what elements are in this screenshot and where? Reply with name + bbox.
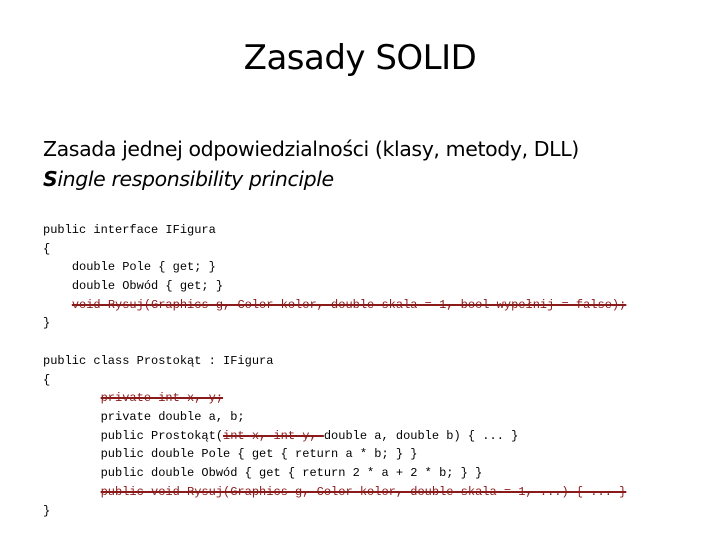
code-line: double Obwód { get; } — [43, 277, 626, 296]
code-block-class: public class Prostokąt : IFigura { privat… — [43, 352, 626, 520]
code-text: double Obwód { get; } — [71, 279, 224, 294]
code-line: { — [43, 371, 626, 390]
slide-subtitle: Zasada jednej odpowiedzialności (klasy, … — [43, 134, 579, 194]
code-block-interface: public interface IFigura { double Pole { … — [43, 221, 626, 333]
subtitle-english-rest: ingle responsibility principle — [57, 167, 334, 191]
code-line: private int x, y; — [43, 389, 626, 408]
code-line: public double Pole { get { return a * b;… — [43, 445, 626, 464]
code-text: private double a, b; — [100, 410, 245, 425]
code-text: double a, double b) { ... } — [323, 428, 519, 443]
code-text: double Pole { get; } — [71, 260, 216, 275]
code-text: public interface IFigura — [43, 223, 216, 237]
struck-code: void Rysuj(Graphics g, Color kolor, doub… — [71, 297, 627, 312]
struck-code: public void Rysuj(Graphics g, Color kolo… — [100, 484, 627, 499]
subtitle-english: Single responsibility principle — [43, 164, 579, 194]
code-text: } — [43, 316, 51, 331]
code-line: void Rysuj(Graphics g, Color kolor, doub… — [43, 296, 627, 315]
code-line: public class Prostokąt : IFigura — [43, 352, 626, 371]
code-line: { — [43, 240, 626, 259]
slide-title: Zasady SOLID — [243, 38, 477, 78]
struck-code: private int x, y; — [100, 391, 224, 406]
code-text: { — [43, 241, 51, 256]
code-text: public Prostokąt( — [100, 428, 224, 443]
subtitle-polish: Zasada jednej odpowiedzialności (klasy, … — [43, 137, 579, 161]
code-line: public Prostokąt(int x, int y, double a,… — [43, 427, 626, 446]
code-text: public class Prostokąt : IFigura — [43, 354, 274, 368]
code-text: { — [43, 372, 51, 387]
subtitle-english-initial: S — [43, 167, 58, 191]
struck-code: int x, int y, — [223, 428, 324, 443]
code-line: } — [43, 314, 626, 333]
code-text: public double Pole { get { return a * b;… — [100, 447, 418, 462]
code-line: public double Obwód { get { return 2 * a… — [43, 464, 626, 483]
code-line: } — [43, 502, 626, 521]
code-line: private double a, b; — [43, 408, 626, 427]
code-text: public double Obwód { get { return 2 * a… — [100, 466, 483, 481]
code-line: public void Rysuj(Graphics g, Color kolo… — [43, 483, 627, 502]
code-line: public interface IFigura — [43, 221, 626, 240]
code-line: double Pole { get; } — [43, 258, 626, 277]
code-text: } — [43, 503, 51, 518]
